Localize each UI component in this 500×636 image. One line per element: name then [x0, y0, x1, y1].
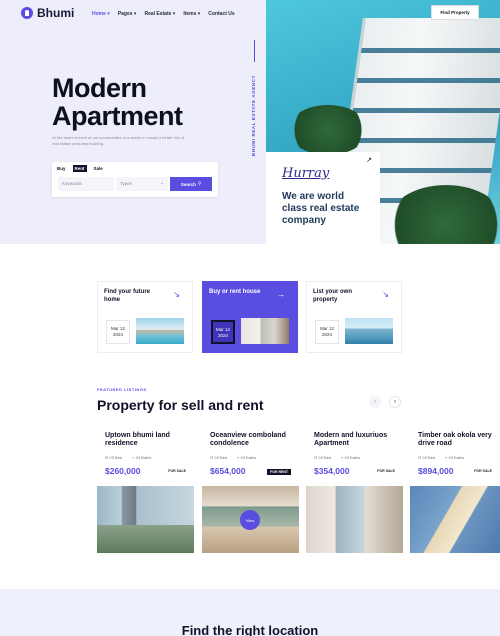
- date-badge: Mar 12 2024: [315, 320, 339, 344]
- tab-sale[interactable]: Sale: [92, 165, 105, 172]
- search-icon: ⚲: [197, 181, 202, 186]
- chevron-down-icon: ⌄: [159, 180, 164, 186]
- property-image: [306, 486, 403, 553]
- property-price: $260,000: [105, 466, 141, 476]
- promo-script: Hurray: [282, 166, 330, 181]
- arrow-right-icon: →: [277, 290, 285, 299]
- property-features: ⊟ 03 Bed ⌐ 03 Baths: [314, 455, 360, 460]
- tab-rent[interactable]: Rent: [72, 165, 87, 172]
- chevron-left-icon: ‹: [374, 399, 376, 405]
- view-button[interactable]: View: [240, 510, 260, 530]
- property-price: $354,000: [314, 466, 350, 476]
- next-button[interactable]: ›: [389, 396, 401, 408]
- bath-info: ⌐ 03 Baths: [132, 455, 152, 460]
- location-title: Find the right location: [181, 623, 319, 636]
- promo-text: We are world class real estate company: [282, 191, 360, 226]
- search-tabs: Buy Rent Sale: [55, 165, 105, 172]
- property-image: [97, 486, 194, 553]
- search-box: Buy Rent Sale Keywords Types ⌄ Search ⚲: [52, 162, 218, 197]
- vertical-label: BHUMI REAL ESTATE AGENCY: [251, 74, 257, 156]
- bath-info: ⌐ 03 Baths: [341, 455, 361, 460]
- bath-info: ⌐ 03 Baths: [237, 455, 257, 460]
- brand-logo[interactable]: Bhumi: [21, 6, 74, 20]
- property-card[interactable]: Timber oak okola very drive road ⊟ 03 Be…: [410, 426, 500, 553]
- nav-item-contact[interactable]: Contact Us: [208, 11, 234, 17]
- arrow-down-right-icon: ↘: [382, 290, 389, 299]
- property-title: Modern and luxuriuos Apartment: [314, 432, 388, 447]
- main-nav: Home ▾ Pages ▾ Real Estate ▾ Items ▾ Con…: [92, 11, 235, 17]
- property-price: $654,000: [210, 466, 246, 476]
- property-image: [410, 486, 500, 553]
- type-select[interactable]: Types ⌄: [116, 177, 168, 191]
- bed-info: ⊟ 03 Bed: [210, 455, 228, 460]
- date-badge: Mar 12 2024: [211, 320, 235, 344]
- bath-info: ⌐ 03 Baths: [445, 455, 465, 460]
- property-card[interactable]: Uptown bhumi land residence ⊟ 03 Bed ⌐ 0…: [97, 426, 194, 553]
- service-card-active[interactable]: Buy or rent house → Mar 12 2024: [202, 281, 298, 353]
- property-card[interactable]: Oceanview comboland condolence ⊟ 03 Bed …: [202, 426, 299, 553]
- nav-item-real-estate[interactable]: Real Estate ▾: [144, 11, 175, 17]
- property-image: View: [202, 486, 299, 553]
- nav-item-home[interactable]: Home ▾: [92, 11, 110, 17]
- pool-house-image: [136, 318, 184, 344]
- property-tag: FOR SALE: [168, 469, 186, 473]
- arrow-down-right-icon: ↘: [173, 290, 180, 299]
- find-property-button[interactable]: Find Property: [431, 5, 479, 20]
- date-badge: Mar 12 2024: [106, 320, 130, 344]
- search-button[interactable]: Search ⚲: [170, 177, 212, 191]
- chevron-right-icon: ›: [394, 399, 396, 405]
- property-tag: FOR SALE: [377, 469, 395, 473]
- bed-info: ⊟ 03 Bed: [314, 455, 332, 460]
- bed-info: ⊟ 03 Bed: [418, 455, 436, 460]
- nav-item-pages[interactable]: Pages ▾: [118, 11, 137, 17]
- palm-tree: [288, 105, 368, 155]
- property-title: Oceanview comboland condolence: [210, 432, 286, 447]
- service-title: List your own property: [313, 289, 352, 303]
- service-card[interactable]: Find your future home ↘ Mar 12 2024: [97, 281, 193, 353]
- hero-title: Modern Apartment: [52, 73, 183, 131]
- brand-name: Bhumi: [37, 6, 75, 20]
- property-card[interactable]: Modern and luxuriuos Apartment ⊟ 03 Bed …: [306, 426, 403, 553]
- service-title: Buy or rent house: [209, 289, 261, 295]
- logo-icon: [21, 7, 33, 19]
- promo-card: Hurray We are world class real estate co…: [266, 152, 380, 244]
- hero-subtitle: At the heart of each of our communities …: [52, 135, 185, 146]
- service-card[interactable]: List your own property ↘ Mar 12 2024: [306, 281, 402, 353]
- interior-image: [241, 318, 289, 344]
- property-price: $894,000: [418, 466, 454, 476]
- property-features: ⊟ 03 Bed ⌐ 03 Baths: [418, 455, 464, 460]
- bed-info: ⊟ 03 Bed: [105, 455, 123, 460]
- prev-button[interactable]: ‹: [369, 396, 381, 408]
- property-tag: FOR SALE: [474, 469, 492, 473]
- property-tag: FOR RENT: [267, 469, 291, 475]
- arrow-up-right-icon[interactable]: ↗: [366, 156, 372, 164]
- nav-item-items[interactable]: Items ▾: [183, 11, 200, 17]
- service-title: Find your future home: [104, 289, 150, 303]
- section-title: Property for sell and rent: [97, 397, 264, 413]
- skyline-image: [345, 318, 393, 344]
- property-title: Timber oak okola very drive road: [418, 432, 492, 447]
- property-features: ⊟ 03 Bed ⌐ 03 Baths: [210, 455, 256, 460]
- property-title: Uptown bhumi land residence: [105, 432, 170, 447]
- divider: [254, 40, 255, 62]
- section-label: FEATURED LISTINGS: [97, 387, 147, 392]
- keyword-input[interactable]: Keywords: [58, 177, 114, 191]
- tab-buy[interactable]: Buy: [55, 165, 68, 172]
- property-features: ⊟ 03 Bed ⌐ 03 Baths: [105, 455, 151, 460]
